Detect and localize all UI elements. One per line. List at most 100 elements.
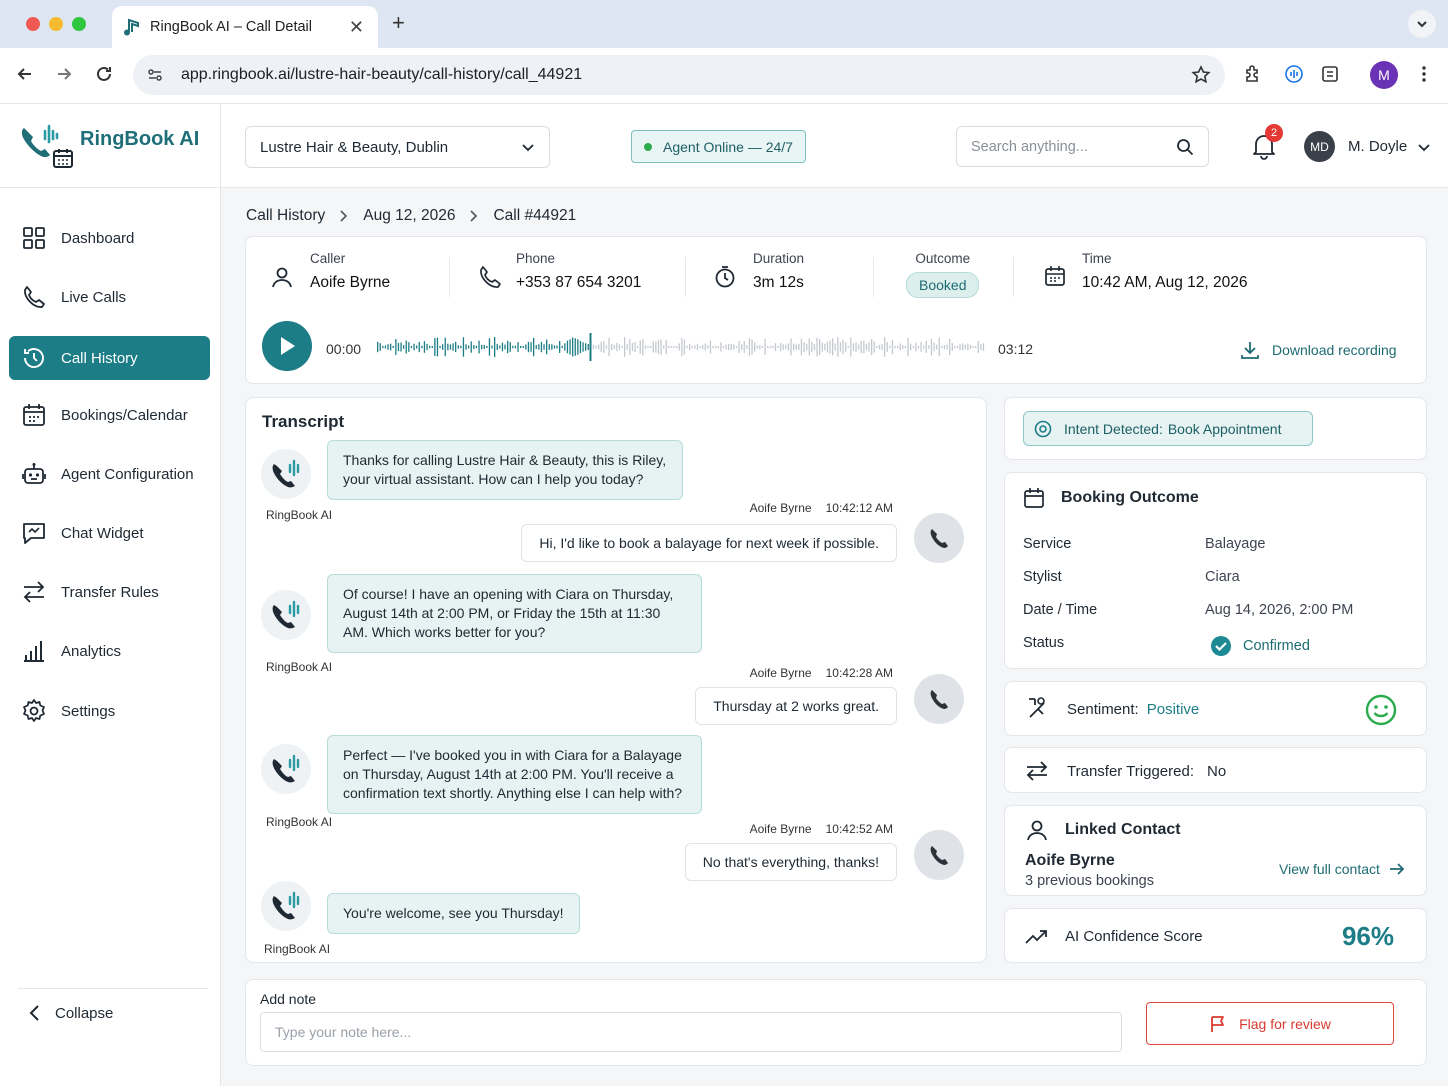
waveform-bar (876, 345, 878, 349)
download-icon (1241, 342, 1259, 359)
transcript-title: Transcript (262, 412, 345, 431)
search-icon[interactable] (1176, 138, 1194, 156)
maximize-window-button[interactable] (72, 17, 86, 31)
bookmark-star-icon[interactable] (1191, 65, 1211, 85)
waveform-bar (639, 340, 641, 354)
extensions-puzzle-icon[interactable] (1243, 64, 1263, 84)
collapse-sidebar-button[interactable]: Collapse (18, 988, 208, 1023)
reload-icon[interactable] (94, 64, 114, 84)
user-menu[interactable]: MD M. Doyle (1304, 131, 1431, 162)
search-box[interactable] (956, 126, 1209, 167)
waveform-bar (772, 345, 774, 349)
extension-clipboard-icon[interactable] (1320, 64, 1340, 84)
agent-status-text: Agent Online — 24/7 (663, 138, 793, 155)
sidebar-item-analytics[interactable]: Analytics (9, 629, 210, 673)
sidebar-item-live-calls[interactable]: Live Calls (9, 275, 210, 319)
breadcrumb-call: Call #44921 (493, 207, 577, 224)
omnibox[interactable]: app.ringbook.ai/lustre-hair-beauty/call-… (133, 55, 1225, 95)
waveform-bar (847, 345, 849, 349)
chevron-down-icon (522, 144, 534, 152)
waveform-bar (821, 342, 823, 352)
waveform-bar (579, 340, 582, 354)
waveform-bar (418, 341, 420, 353)
note-input[interactable] (260, 1012, 1122, 1052)
browser-profile-avatar[interactable]: M (1370, 61, 1398, 89)
waveform-bar (436, 337, 439, 357)
search-input[interactable] (971, 138, 1176, 155)
site-settings-icon[interactable] (147, 67, 163, 83)
sidebar-item-agent-configuration[interactable]: Agent Configuration (9, 452, 210, 496)
waveform-bar (860, 340, 862, 354)
forward-arrow-icon[interactable] (54, 64, 74, 84)
waveform-bar (683, 339, 686, 355)
sidebar-item-chat-widget[interactable]: Chat Widget (9, 511, 210, 555)
waveform-bar (806, 343, 808, 351)
waveform-bar (642, 338, 644, 356)
sidebar-item-call-history[interactable]: Call History (9, 336, 210, 380)
sidebar-item-settings[interactable]: Settings (9, 689, 210, 733)
audio-waveform[interactable] (376, 332, 986, 362)
minimize-window-button[interactable] (49, 17, 63, 31)
waveform-bar (910, 343, 912, 351)
transcript-message-caller: No that's everything, thanks! (684, 843, 897, 881)
waveform-bar (616, 342, 618, 352)
waveform-bar (795, 344, 797, 350)
browser-menu-icon[interactable] (1414, 64, 1434, 84)
breadcrumb-call-history[interactable]: Call History (246, 207, 325, 225)
download-recording-button[interactable]: Download recording (1240, 340, 1397, 360)
app-logo[interactable]: RingBook AI (18, 122, 199, 170)
waveform-bar (626, 344, 628, 350)
arrow-right-icon (1389, 863, 1405, 875)
waveform-bar (631, 342, 634, 352)
waveform-bar (769, 345, 771, 349)
play-button[interactable] (262, 321, 312, 371)
business-select[interactable]: Lustre Hair & Beauty, Dublin (245, 126, 550, 168)
view-contact-label: View full contact (1279, 861, 1380, 877)
caller-message-meta: Aoife Byrne 10:42:28 AM (750, 666, 893, 680)
new-tab-button[interactable]: + (392, 10, 405, 36)
waveform-bar (907, 337, 909, 357)
waveform-bar (829, 340, 831, 354)
waveform-bar (980, 344, 982, 350)
tab-search-button[interactable] (1408, 10, 1436, 38)
caller-avatar (914, 674, 964, 724)
waveform-bar (439, 345, 441, 349)
waveform-bar (904, 345, 907, 349)
close-window-button[interactable] (26, 17, 40, 31)
extension-audio-icon[interactable] (1284, 64, 1304, 84)
waveform-bar (483, 344, 485, 350)
playhead[interactable] (589, 333, 592, 361)
waveform-bar (691, 345, 693, 349)
transcript-panel: Transcript Thanks for calling Lustre Hai… (245, 397, 987, 963)
calendar-icon (1024, 488, 1044, 508)
waveform-bar (850, 337, 852, 357)
waveform-bar (650, 345, 652, 349)
waveform-bar (800, 338, 803, 356)
sidebar-divider (0, 187, 221, 188)
url-text[interactable]: app.ringbook.ai/lustre-hair-beauty/call-… (181, 66, 1191, 84)
waveform-bar (574, 338, 576, 356)
browser-tab[interactable]: RingBook AI – Call Detail ✕ (112, 6, 378, 48)
waveform-bar (946, 344, 948, 350)
waveform-bar (954, 345, 956, 349)
sidebar-item-transfer-rules[interactable]: Transfer Rules (9, 570, 210, 614)
sidebar-item-dashboard[interactable]: Dashboard (9, 216, 210, 260)
back-arrow-icon[interactable] (15, 64, 35, 84)
ai-phone-icon (272, 891, 300, 920)
waveform-bar (704, 343, 706, 351)
waveform-bar (496, 344, 498, 350)
close-tab-icon[interactable]: ✕ (349, 17, 364, 38)
waveform-bar (720, 342, 722, 352)
sidebar-item-bookings-calendar[interactable]: Bookings/Calendar (9, 393, 210, 437)
waveform-bar (468, 345, 470, 349)
call-time: 10:42 AM, Aug 12, 2026 (1082, 274, 1248, 291)
waveform-bar (897, 345, 899, 349)
player-current-time: 00:00 (326, 341, 362, 357)
view-full-contact-link[interactable]: View full contact (1279, 861, 1405, 877)
waveform-bar (761, 345, 764, 349)
flag-for-review-button[interactable]: Flag for review (1146, 1002, 1394, 1045)
waveform-bar (852, 343, 855, 351)
ai-speaker-label: RingBook AI (264, 942, 331, 956)
sidebar: RingBook AI Dashboard Live Calls Call Hi… (0, 104, 221, 1086)
breadcrumb-date[interactable]: Aug 12, 2026 (363, 207, 455, 225)
